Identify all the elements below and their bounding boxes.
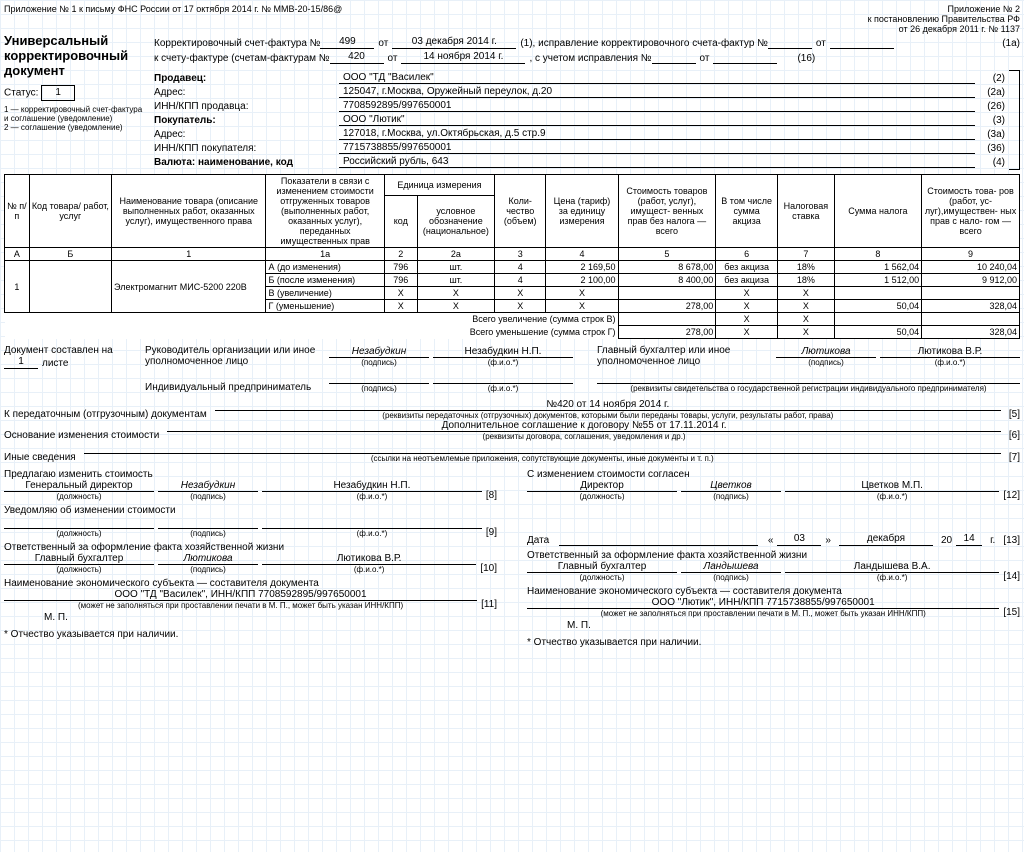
bracket-icon <box>1009 70 1020 170</box>
chief-fio: Лютикова В.Р. <box>880 346 1020 358</box>
top-right-1: Приложение № 2 <box>868 4 1020 14</box>
top-right-2: к постановлению Правительства РФ <box>868 14 1020 24</box>
chief-sign: Лютикова <box>776 346 876 358</box>
status-box: 1 <box>41 85 75 101</box>
buyer-innkpp: 7715738855/997650001 <box>339 142 975 154</box>
status-note: 1 — корректировочный счет-фактура и согл… <box>4 105 144 133</box>
status-label: Статус: <box>4 87 38 98</box>
line6-val: Дополнительное соглашение к договору №55… <box>167 420 1001 432</box>
sf-no: 420 <box>330 51 384 64</box>
ksf-no: 499 <box>320 36 374 49</box>
items-table: № п/п Код товара/ работ, услуг Наименова… <box>4 174 1020 339</box>
left-subject: ООО "ТД "Василек", ИНН/КПП 7708592895/99… <box>4 589 477 601</box>
right-subject: ООО "Лютик", ИНН/КПП 7715738855/99765000… <box>527 597 999 609</box>
currency: Российский рубль, 643 <box>339 156 975 168</box>
top-right-3: от 26 декабря 2011 г. № 1137 <box>868 24 1020 34</box>
top-left: Приложение № 1 к письму ФНС России от 17… <box>4 4 342 34</box>
ksf-date: 03 декабря 2014 г. <box>392 36 516 49</box>
buyer: ООО "Лютик" <box>339 114 975 126</box>
head-sign: Незабудкин <box>329 346 429 358</box>
seller: ООО "ТД "Василек" <box>339 72 975 84</box>
doc-title: Универсальныйкорректировочныйдокумент <box>4 34 144 79</box>
table-row: 1 Электромагнит МИС-5200 220В А (до изме… <box>5 261 1020 274</box>
line5-val: №420 от 14 ноября 2014 г. <box>215 399 1001 411</box>
buyer-addr: 127018, г.Москва, ул.Октябрьская, д.5 ст… <box>339 128 975 140</box>
sf-label: к счету-фактуре (счетам-фактурам № <box>154 53 330 64</box>
sf-date: 14 ноября 2014 г. <box>401 51 525 64</box>
seller-innkpp: 7708592895/997650001 <box>339 100 975 112</box>
ksf-label: Корректировочный счет-фактура № <box>154 38 320 49</box>
seller-addr: 125047, г.Москва, Оружейный переулок, д.… <box>339 86 975 98</box>
footnote: * Отчество указывается при наличии. <box>4 629 497 640</box>
head-fio: Незабудкин Н.П. <box>433 346 573 358</box>
top-annotations: Приложение № 1 к письму ФНС России от 17… <box>4 4 1020 34</box>
